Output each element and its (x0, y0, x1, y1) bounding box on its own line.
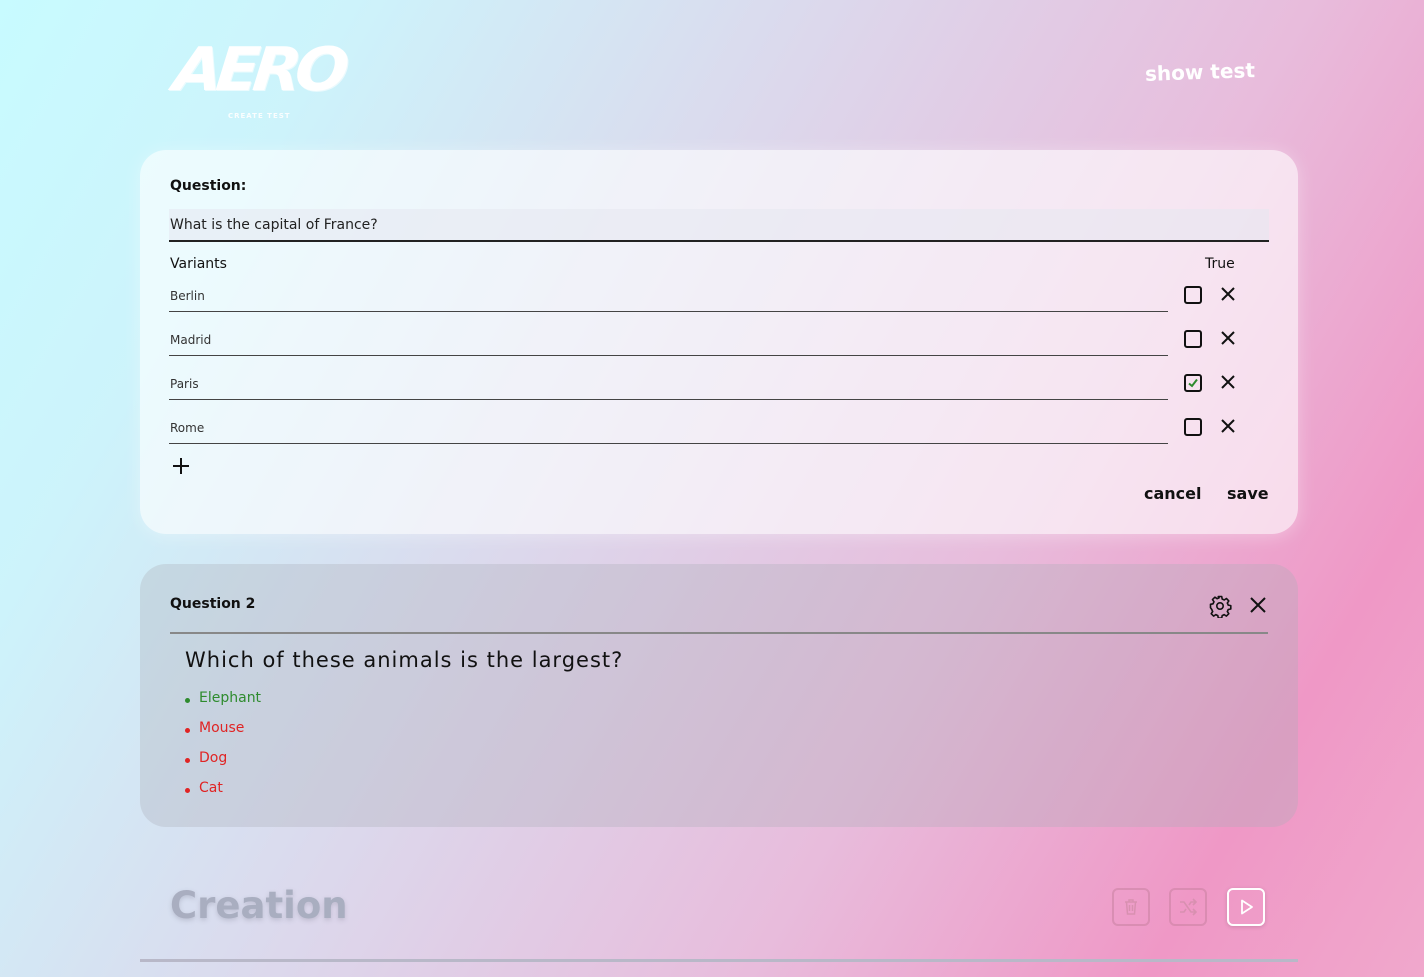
logo-subtitle: CREATE TEST (228, 112, 291, 120)
variant-row (169, 368, 1239, 402)
answer-incorrect: Cat (185, 780, 261, 810)
cancel-button[interactable]: cancel (1144, 484, 1202, 503)
gear-icon[interactable] (1208, 594, 1232, 619)
creation-title: Creation (170, 884, 348, 927)
plus-icon (173, 458, 189, 474)
correct-checkbox[interactable] (1184, 418, 1202, 436)
answer-correct: Elephant (185, 690, 261, 720)
save-button[interactable]: save (1227, 484, 1269, 503)
question-editor-card: Question: Variants True cancel s (140, 150, 1298, 534)
remove-variant-icon[interactable] (1219, 373, 1237, 391)
delete-all-button[interactable] (1112, 888, 1150, 926)
remove-variant-icon[interactable] (1219, 285, 1237, 303)
divider (170, 632, 1268, 634)
shuffle-button[interactable] (1169, 888, 1207, 926)
correct-checkbox[interactable] (1184, 330, 1202, 348)
bottom-divider (140, 959, 1298, 962)
logo-text: AERO (170, 35, 347, 105)
variant-input[interactable] (169, 368, 1168, 400)
close-icon[interactable] (1248, 595, 1268, 615)
answer-incorrect: Dog (185, 750, 261, 780)
logo: AERO CREATE TEST (170, 35, 346, 128)
question-title: Question 2 (170, 596, 256, 612)
variant-input[interactable] (169, 280, 1168, 312)
add-variant-button[interactable] (170, 455, 192, 477)
variant-row (169, 280, 1239, 314)
play-icon (1241, 899, 1253, 915)
variant-input[interactable] (169, 324, 1168, 356)
correct-checkbox-checked[interactable] (1184, 374, 1202, 392)
variant-row (169, 412, 1239, 446)
question-label: Question: (170, 178, 247, 194)
variant-row (169, 324, 1239, 358)
question-preview-card: Question 2 Which of these animals is the… (140, 564, 1298, 827)
play-button[interactable] (1227, 888, 1265, 926)
remove-variant-icon[interactable] (1219, 329, 1237, 347)
answer-incorrect: Mouse (185, 720, 261, 750)
show-test-link[interactable]: show test (1145, 58, 1256, 86)
question-input[interactable] (169, 209, 1269, 242)
shuffle-icon (1180, 898, 1198, 916)
question-text: Which of these animals is the largest? (185, 648, 624, 672)
check-icon (1188, 378, 1198, 388)
true-column-label: True (1205, 256, 1235, 272)
variants-label: Variants (170, 256, 227, 272)
variant-input[interactable] (169, 412, 1168, 444)
remove-variant-icon[interactable] (1219, 417, 1237, 435)
answer-list: Elephant Mouse Dog Cat (185, 690, 261, 810)
correct-checkbox[interactable] (1184, 286, 1202, 304)
trash-icon (1125, 899, 1137, 915)
